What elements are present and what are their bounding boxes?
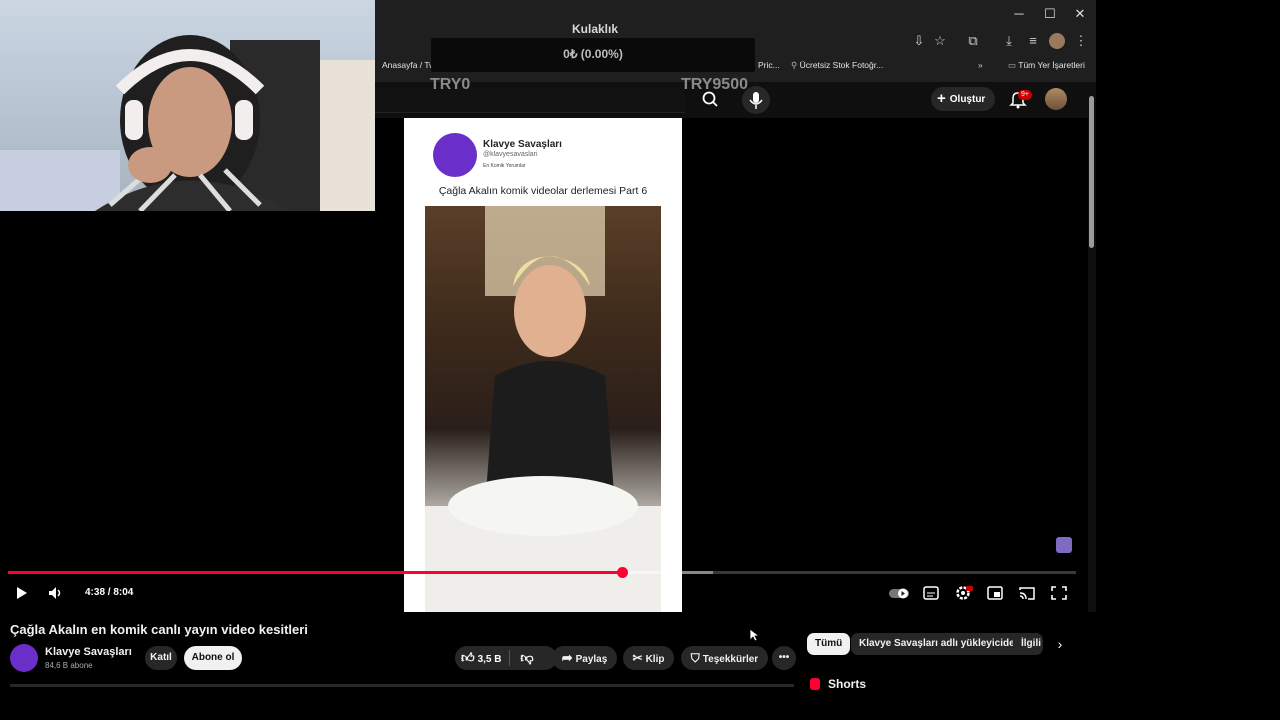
streamer-camera-image	[0, 35, 375, 211]
create-button[interactable]: + Oluştur	[931, 87, 995, 111]
fullscreen-button[interactable]	[1049, 584, 1069, 602]
create-label: Oluştur	[949, 94, 986, 105]
cast-button[interactable]	[1017, 584, 1037, 602]
bookmark-item[interactable]: Pric...	[758, 60, 780, 70]
dislike-button[interactable]: 👎︎	[517, 646, 537, 672]
time-display: 4:38 / 8:04	[85, 587, 134, 598]
play-button[interactable]	[11, 584, 31, 602]
close-icon[interactable]: ✕	[1066, 4, 1094, 24]
video-title: Çağla Akalın en komik canlı yayın video …	[10, 622, 308, 637]
subtitles-button[interactable]	[921, 584, 941, 602]
bookmark-item[interactable]: ⚲ Ücretsiz Stok Fotoğr...	[791, 60, 883, 71]
shorts-section-header: Shorts	[810, 677, 866, 691]
chip-related[interactable]: İlgili	[1013, 633, 1043, 655]
cast-icon	[1019, 587, 1035, 600]
progress-scrubber[interactable]	[616, 567, 628, 578]
webcam-overlay	[0, 0, 375, 211]
description-box-edge	[10, 684, 794, 687]
thanks-icon: ⛉	[690, 651, 700, 665]
microphone-icon	[749, 92, 763, 109]
thanks-label: Teşekkürler	[702, 654, 759, 665]
maximize-icon[interactable]: ☐	[1036, 4, 1064, 24]
volume-button[interactable]	[45, 584, 65, 602]
shorts-label: Shorts	[828, 677, 867, 691]
channel-name[interactable]: Klavye Savaşları	[45, 646, 132, 658]
search-input[interactable]	[375, 87, 685, 113]
plus-icon: +	[937, 90, 946, 107]
donation-goal-min: TRY0	[430, 76, 471, 93]
scrollbar-thumb[interactable]	[1089, 96, 1094, 248]
bookmark-item[interactable]: Anasayfa / Tw	[382, 60, 435, 70]
share-label: Paylaş	[575, 654, 608, 665]
downloads-icon[interactable]: ⤓	[1001, 33, 1017, 49]
thumbs-up-icon: 👍︎	[461, 650, 475, 665]
like-button[interactable]: 👍︎ 3,5 B	[459, 646, 507, 672]
join-button[interactable]: Katıl	[145, 646, 177, 670]
video-overlay-caption: Çağla Akalın komik videolar derlemesi Pa…	[438, 185, 648, 197]
clip-label: Klip	[645, 654, 665, 665]
scissors-icon: ✂	[632, 651, 643, 665]
share-icon: ➦	[561, 650, 573, 665]
mouse-cursor-icon	[749, 628, 761, 647]
chip-from-uploader[interactable]: Klavye Savaşları adlı yükleyiciden	[851, 633, 1029, 655]
like-divider	[509, 650, 510, 666]
gear-icon	[956, 586, 973, 600]
channel-watermark-icon[interactable]	[1056, 537, 1072, 553]
more-horizontal-icon: •••	[778, 652, 790, 663]
search-icon	[702, 91, 718, 107]
kebab-menu-icon[interactable]: ⋮	[1073, 33, 1089, 49]
subscriber-count: 84,6 B abone	[45, 661, 93, 670]
progress-played	[8, 571, 623, 574]
bookmark-favicon-icon: ⚲	[791, 60, 800, 70]
subscribe-button[interactable]: Abone ol	[184, 646, 242, 670]
miniplayer-button[interactable]	[985, 584, 1005, 602]
donation-goal-title: Kulaklık	[571, 22, 619, 36]
chip-all[interactable]: Tümü	[807, 633, 851, 655]
fullscreen-icon	[1051, 586, 1067, 600]
folder-icon: ▭	[1008, 60, 1019, 70]
channel-avatar[interactable]	[10, 644, 38, 672]
video-overlay-handle: @klavyesavaslari	[483, 151, 538, 158]
miniplayer-icon	[987, 586, 1003, 600]
channel-logo-image	[433, 133, 477, 177]
bookmark-star-icon[interactable]: ☆	[932, 33, 948, 49]
video-overlay-channel: Klavye Savaşları	[483, 139, 562, 150]
share-button[interactable]: ➦ Paylaş	[552, 646, 617, 670]
profile-avatar-icon[interactable]	[1049, 33, 1065, 49]
search-button[interactable]	[692, 87, 728, 112]
video-overlay-tagline: En Komik Yorumlar	[483, 163, 526, 169]
thanks-button[interactable]: ⛉ Teşekkürler	[681, 646, 768, 670]
double-chevron-right-icon[interactable]: »	[978, 60, 983, 70]
notification-count-badge: 9+	[1018, 90, 1032, 100]
media-control-icon[interactable]: ≡	[1025, 33, 1041, 49]
browser-toolbar: ⇩ ☆ ⧉ ⤓ ≡ ⋮	[905, 33, 1095, 51]
more-actions-button[interactable]: •••	[772, 646, 796, 670]
all-bookmarks-folder[interactable]: ▭ Tüm Yer İşaretleri	[1008, 60, 1085, 71]
volume-icon	[49, 587, 61, 599]
settings-button[interactable]	[953, 584, 973, 602]
minimize-icon[interactable]: ─	[1005, 4, 1033, 24]
shorts-icon	[810, 678, 820, 690]
play-icon	[17, 587, 27, 599]
extensions-icon[interactable]: ⧉	[965, 33, 981, 49]
chevron-right-icon[interactable]: ›	[1052, 636, 1068, 652]
clip-button[interactable]: ✂ Klip	[623, 646, 674, 670]
like-count: 3,5 B	[477, 654, 502, 665]
thumbs-down-icon: 👎︎	[520, 650, 534, 665]
subtitles-icon	[923, 586, 939, 600]
install-app-icon[interactable]: ⇩	[911, 33, 927, 49]
like-dislike-group: 👍︎ 3,5 B 👎︎	[455, 646, 557, 670]
video-scene-image	[425, 206, 661, 612]
autoplay-toggle-icon	[889, 588, 909, 599]
autoplay-toggle[interactable]	[888, 584, 910, 602]
account-avatar[interactable]	[1045, 88, 1067, 110]
voice-search-button[interactable]	[742, 86, 770, 114]
donation-goal-amount: 0₺ (0.00%)	[563, 47, 623, 61]
